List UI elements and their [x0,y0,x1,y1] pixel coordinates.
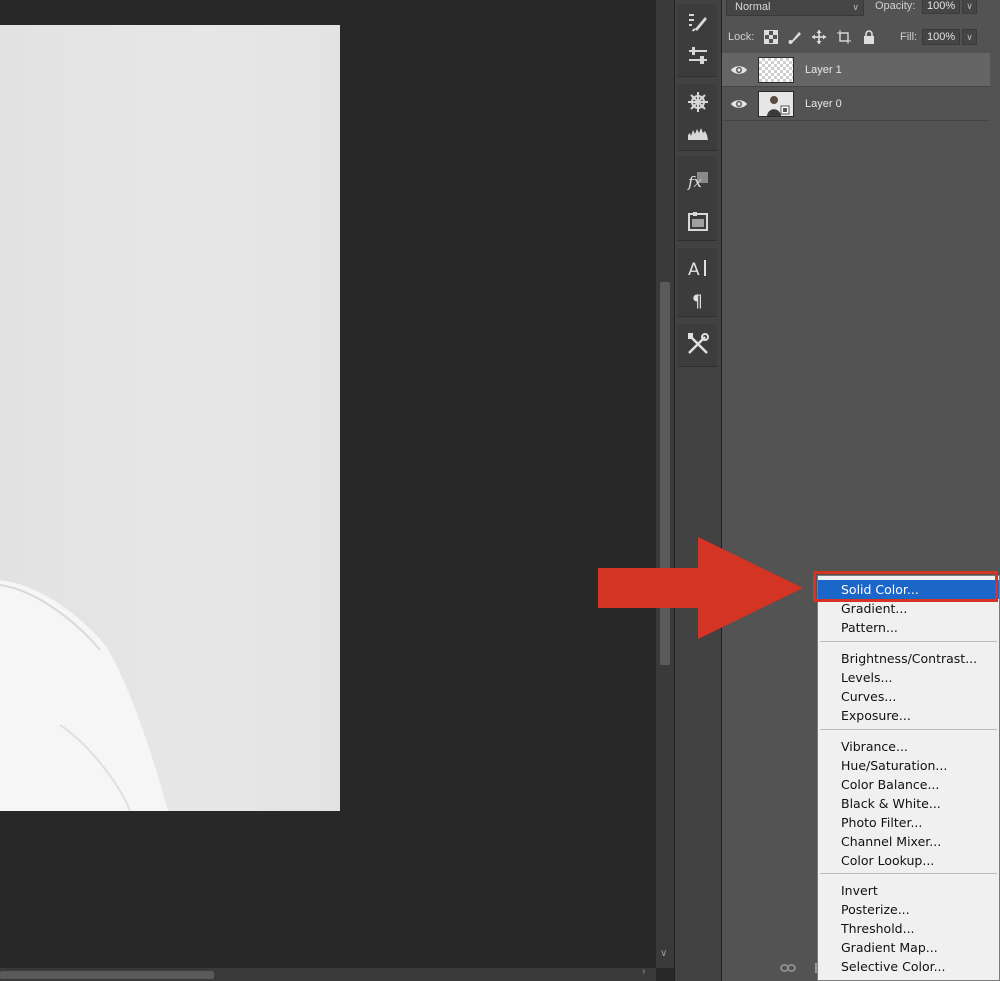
layer-name: Layer 1 [805,64,842,76]
menu-item-pattern[interactable]: Pattern... [818,618,999,637]
svg-text:¶: ¶ [692,292,703,311]
tools-crossed-icon[interactable] [686,332,710,356]
blend-mode-value: Normal [735,1,771,13]
menu-item-gradient-map[interactable]: Gradient Map... [818,938,999,957]
opacity-field[interactable]: 100% [922,0,960,14]
menu-item-invert[interactable]: Invert [818,881,999,900]
annotation-arrow-icon [598,537,808,644]
fill-chevron-icon[interactable]: ∨ [962,29,977,45]
fill-label: Fill: [900,31,918,43]
lock-transparent-pixels-icon[interactable] [763,29,779,45]
canvas-area[interactable] [0,0,656,968]
svg-text:A: A [688,260,700,279]
photo-shirt-shape [0,580,168,811]
lock-all-icon[interactable] [861,29,877,45]
scroll-down-icon[interactable]: ∨ [660,948,667,959]
annotation-highlight-box [813,571,998,602]
menu-item-curves[interactable]: Curves... [818,687,999,706]
character-text-icon[interactable]: A [686,256,710,280]
menu-item-selective-color[interactable]: Selective Color... [818,957,999,976]
adjustment-layer-menu: Solid Color... Gradient... Pattern... Br… [817,575,1000,981]
menu-item-brightness-contrast[interactable]: Brightness/Contrast... [818,649,999,668]
dock-group-4: A ¶ [678,248,717,317]
horizontal-scroll-thumb[interactable] [0,971,214,979]
menu-item-exposure[interactable]: Exposure... [818,706,999,725]
menu-item-threshold[interactable]: Threshold... [818,919,999,938]
layer-name: Layer 0 [805,98,842,110]
adjustments-sliders-icon[interactable] [686,44,710,68]
menu-item-color-balance[interactable]: Color Balance... [818,775,999,794]
swatches-image-icon[interactable] [686,210,710,234]
blend-mode-dropdown[interactable]: Normal ∨ [726,0,864,16]
opacity-chevron-icon[interactable]: ∨ [962,0,977,14]
lock-artboard-icon[interactable] [836,29,852,45]
layer-thumbnail-transparent [758,57,794,83]
visibility-eye-icon[interactable] [730,97,748,111]
scroll-right-icon[interactable]: › [642,966,645,977]
link-layers-icon[interactable] [780,962,796,977]
paragraph-icon[interactable]: ¶ [686,288,710,312]
menu-item-hue-saturation[interactable]: Hue/Saturation... [818,756,999,775]
opacity-label: Opacity: [875,0,916,12]
lock-position-icon[interactable] [811,29,827,45]
panel-dock: fx A ¶ [674,0,722,981]
layer-thumbnail-photo [758,91,794,117]
visibility-eye-icon[interactable] [730,63,748,77]
layer-row-layer-1[interactable]: Layer 1 [722,53,990,87]
vertical-scrollbar[interactable]: ∨ [656,0,674,968]
layer-row-layer-0[interactable]: Layer 0 [722,87,990,121]
menu-item-black-white[interactable]: Black & White... [818,794,999,813]
document-canvas[interactable] [0,25,340,811]
fill-field[interactable]: 100% [922,29,960,45]
dock-group-5 [678,324,717,367]
menu-item-photo-filter[interactable]: Photo Filter... [818,813,999,832]
menu-separator [820,873,997,874]
brush-settings-icon[interactable] [686,10,710,34]
menu-item-vibrance[interactable]: Vibrance... [818,737,999,756]
horizontal-scrollbar[interactable]: › [0,966,656,981]
dock-group-1 [678,4,717,77]
menu-separator [820,729,997,730]
menu-item-posterize[interactable]: Posterize... [818,900,999,919]
menu-item-color-lookup[interactable]: Color Lookup... [818,851,999,870]
dock-group-3: fx [678,156,717,241]
histogram-icon[interactable] [686,120,710,144]
lock-image-pixels-icon[interactable] [787,29,803,45]
menu-separator [820,641,997,642]
lock-label: Lock: [728,31,755,43]
layer-styles-fx-icon[interactable]: fx [686,168,710,192]
menu-item-channel-mixer[interactable]: Channel Mixer... [818,832,999,851]
chevron-down-icon: ∨ [852,2,859,12]
navigator-wheel-icon[interactable] [686,90,710,114]
svg-text:fx: fx [687,173,703,191]
dock-group-2 [678,84,717,151]
menu-item-levels[interactable]: Levels... [818,668,999,687]
